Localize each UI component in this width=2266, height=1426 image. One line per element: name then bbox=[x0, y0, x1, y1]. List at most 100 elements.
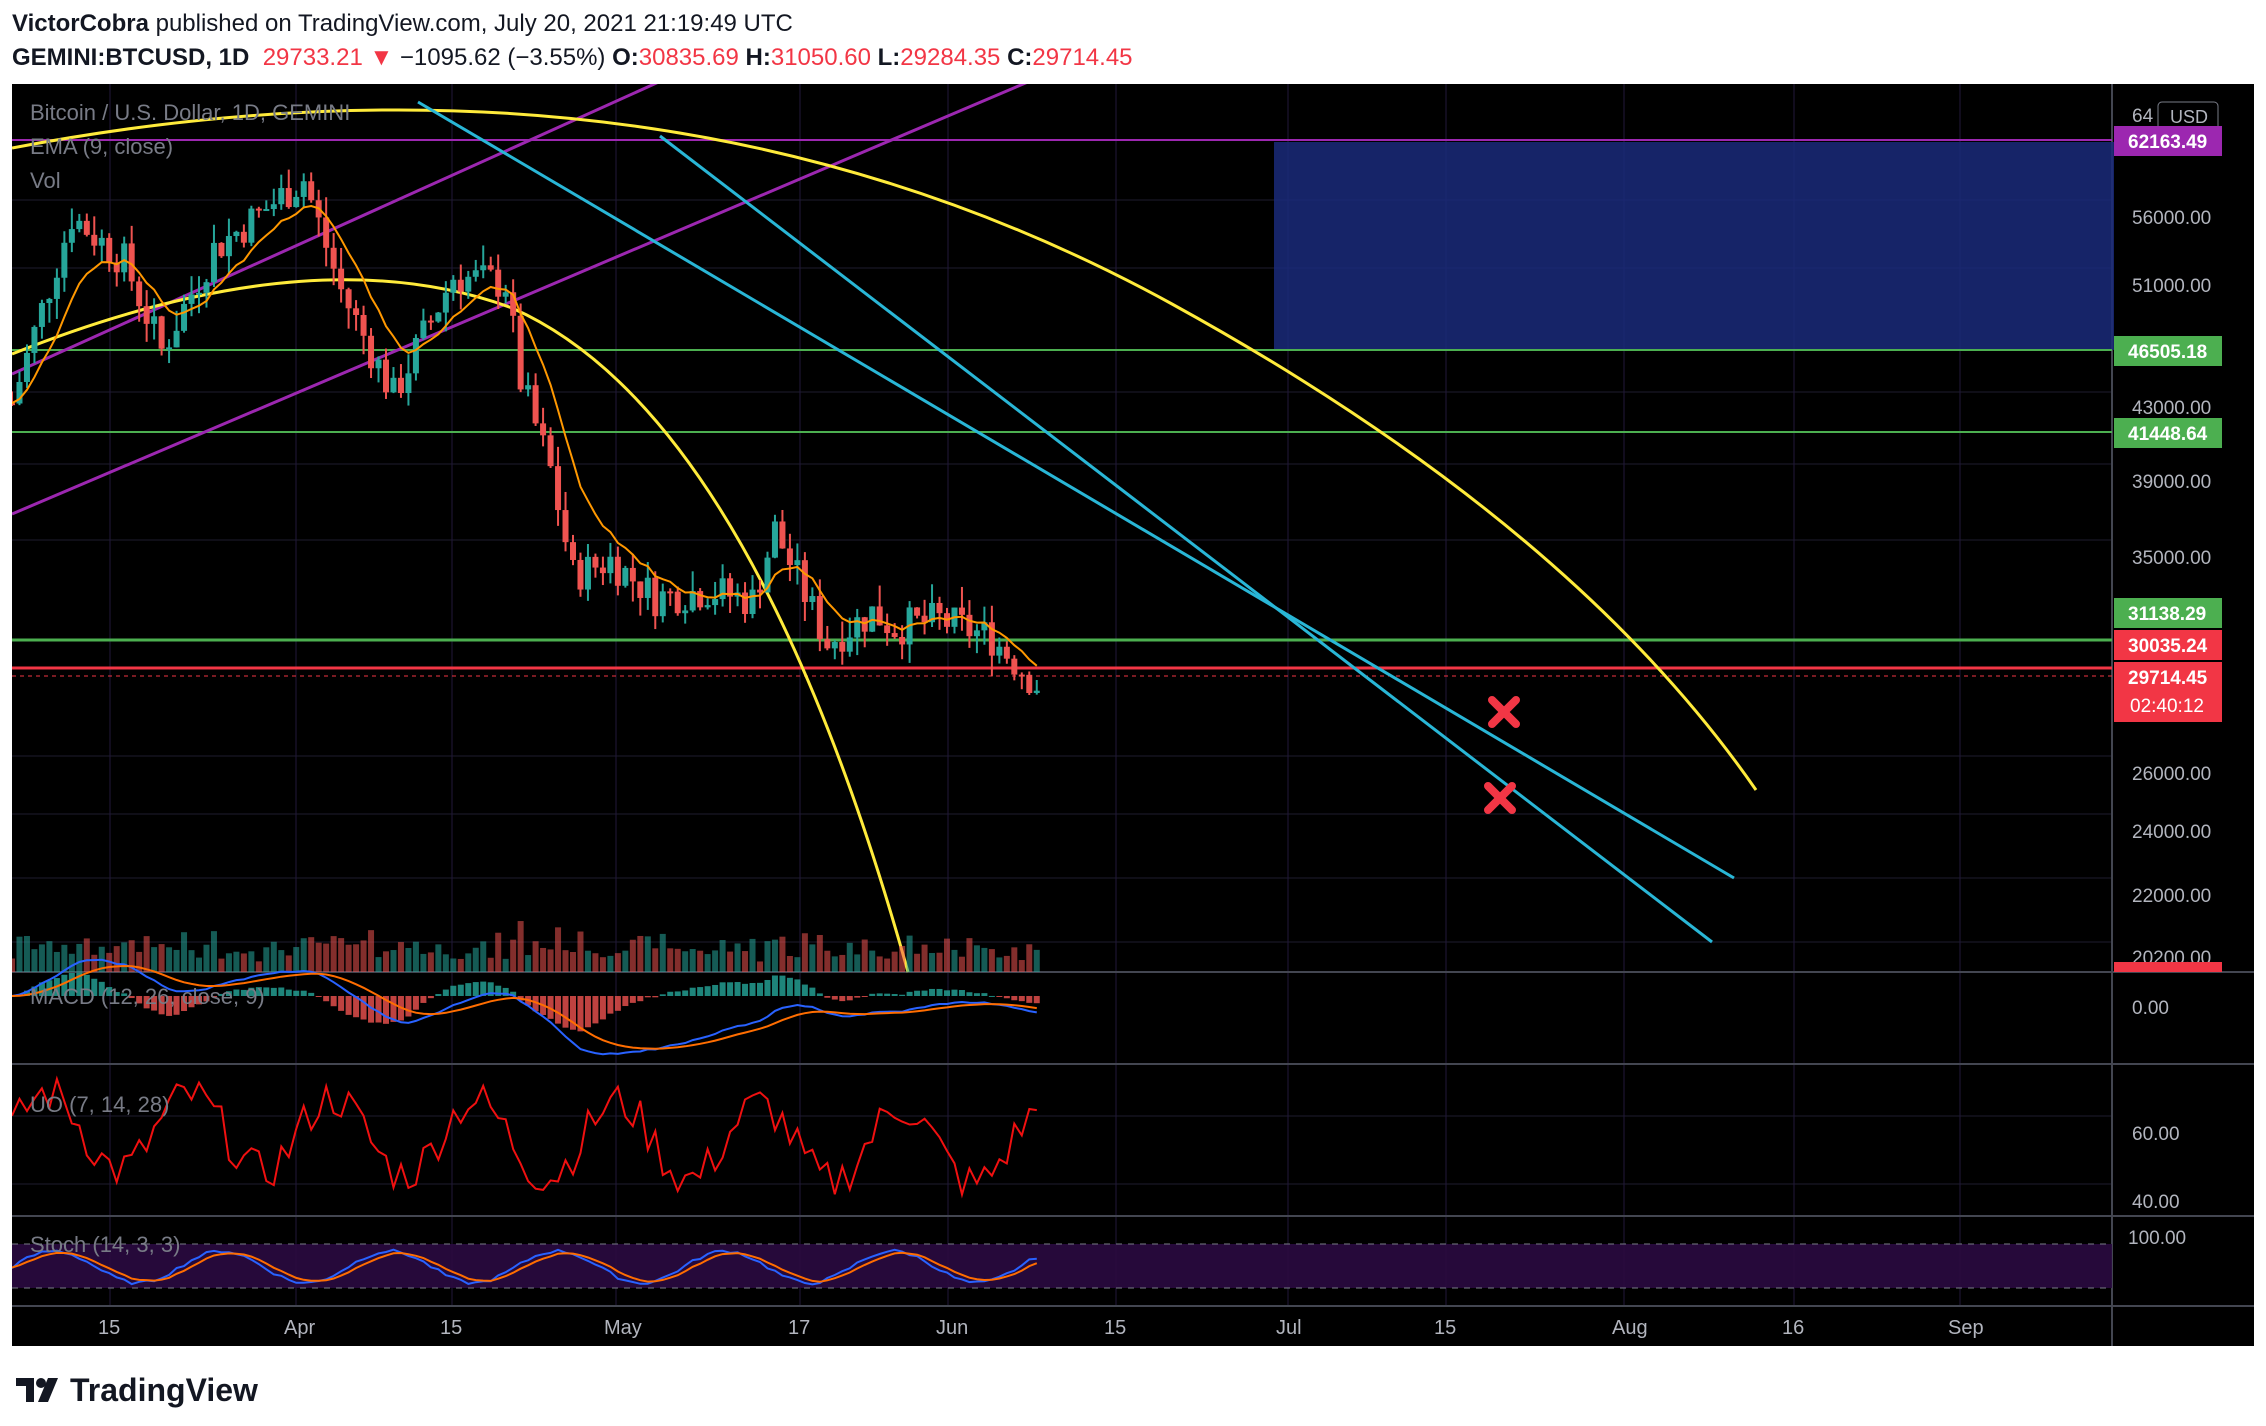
chart-canvas[interactable]: Bitcoin / U.S. Dollar, 1D, GEMINI EMA (9… bbox=[9, 74, 2254, 1346]
macd-bar bbox=[607, 996, 614, 1014]
candle-body bbox=[652, 577, 659, 617]
candle-body bbox=[555, 466, 562, 511]
ema-legend[interactable]: EMA (9, close) bbox=[30, 134, 173, 159]
macd-bar bbox=[412, 996, 419, 1010]
uo-legend[interactable]: UO (7, 14, 28) bbox=[30, 1092, 169, 1117]
candle-body bbox=[899, 636, 906, 645]
time-tick: Jun bbox=[936, 1317, 968, 1339]
macd-bar bbox=[278, 987, 285, 996]
candle-body bbox=[502, 292, 509, 297]
low-label: L: bbox=[877, 44, 901, 71]
macd-bar bbox=[1033, 996, 1040, 1004]
macd-bar bbox=[555, 996, 562, 1024]
time-tick: May bbox=[604, 1317, 642, 1339]
macd-bar bbox=[973, 993, 980, 996]
candle-body bbox=[330, 247, 337, 269]
candle-body bbox=[487, 265, 494, 270]
last-price: 29733.21 bbox=[262, 44, 363, 71]
macd-bar bbox=[323, 996, 330, 1002]
chart-panel[interactable]: Bitcoin / U.S. Dollar, 1D, GEMINI EMA (9… bbox=[9, 74, 2254, 1346]
volume-bar bbox=[315, 942, 322, 972]
candle-body bbox=[629, 567, 636, 582]
candle-body bbox=[46, 298, 53, 304]
macd-bar bbox=[293, 990, 300, 996]
macd-bar bbox=[727, 982, 734, 996]
publish-text: published on TradingView.com, July 20, 2… bbox=[155, 10, 793, 37]
macd-bar bbox=[742, 983, 749, 996]
volume-bar bbox=[727, 951, 734, 972]
macd-bar bbox=[270, 987, 277, 996]
volume-bar bbox=[824, 950, 831, 972]
time-tick: 17 bbox=[788, 1317, 810, 1339]
volume-bar bbox=[667, 948, 674, 972]
brand-name[interactable]: TradingView bbox=[70, 1372, 258, 1409]
down-arrow-icon: ▼ bbox=[369, 44, 394, 71]
time-tick: 15 bbox=[1434, 1317, 1456, 1339]
stoch-band bbox=[12, 1244, 2112, 1288]
volume-bar bbox=[233, 951, 240, 972]
candle-body bbox=[584, 556, 591, 590]
volume-bar bbox=[472, 947, 479, 972]
volume-bar bbox=[816, 934, 823, 972]
macd-bar bbox=[779, 975, 786, 996]
candle-body bbox=[383, 359, 389, 393]
candle-body bbox=[31, 326, 38, 353]
candle-body bbox=[166, 347, 173, 350]
volume-bar bbox=[577, 931, 584, 972]
stoch-legend[interactable]: Stoch (14, 3, 3) bbox=[30, 1232, 180, 1257]
volume-bar bbox=[46, 941, 53, 972]
target-zone-box[interactable] bbox=[1274, 142, 2114, 350]
candle-body bbox=[1033, 690, 1040, 694]
volume-bar bbox=[113, 946, 120, 972]
macd-bar bbox=[831, 996, 838, 1000]
macd-bar bbox=[300, 990, 307, 996]
price-label: 31138.29 bbox=[2128, 604, 2206, 625]
time-tick: 15 bbox=[1104, 1317, 1126, 1339]
volume-bar bbox=[405, 947, 412, 972]
publish-info: VictorCobra published on TradingView.com… bbox=[12, 10, 793, 38]
symbol-label[interactable]: GEMINI:BTCUSD, 1D bbox=[12, 44, 249, 71]
price-label: 29714.45 bbox=[2128, 668, 2208, 689]
candle-body bbox=[450, 279, 457, 293]
candle-body bbox=[210, 242, 217, 283]
tradingview-logo-icon[interactable] bbox=[14, 1376, 60, 1404]
price-tick: 64 bbox=[2132, 106, 2154, 127]
main-legend[interactable]: Bitcoin / U.S. Dollar, 1D, GEMINI bbox=[30, 100, 350, 125]
close-label: C: bbox=[1007, 44, 1033, 71]
candle-body bbox=[659, 591, 666, 617]
vol-legend[interactable]: Vol bbox=[30, 168, 61, 193]
candle-body bbox=[38, 303, 45, 327]
candle-body bbox=[255, 208, 262, 211]
price-tick: 26000.00 bbox=[2132, 764, 2211, 785]
candle-body bbox=[472, 270, 479, 277]
macd-bar bbox=[442, 989, 449, 996]
candle-body bbox=[323, 217, 330, 248]
volume-bar bbox=[1018, 960, 1025, 972]
volume-bar bbox=[240, 953, 247, 972]
volume-bar bbox=[749, 938, 756, 972]
candle-body bbox=[218, 242, 225, 257]
macd-legend[interactable]: MACD (12, 26, close, 9) bbox=[30, 984, 265, 1009]
volume-bar bbox=[899, 945, 906, 972]
author-name[interactable]: VictorCobra bbox=[12, 10, 149, 37]
volume-bar bbox=[1003, 955, 1010, 972]
candle-body bbox=[996, 646, 1003, 656]
volume-bar bbox=[442, 954, 449, 972]
volume-bar bbox=[76, 943, 83, 972]
candle-body bbox=[824, 639, 831, 649]
macd-bar bbox=[981, 993, 988, 996]
volume-bar bbox=[338, 938, 345, 972]
volume-bar bbox=[659, 933, 666, 972]
macd-bar bbox=[794, 979, 801, 996]
volume-bar bbox=[248, 951, 255, 972]
candle-body bbox=[712, 599, 719, 606]
candle-body bbox=[599, 567, 606, 574]
macd-bar bbox=[472, 982, 479, 996]
macd-bar bbox=[674, 991, 681, 996]
macd-bar bbox=[712, 984, 719, 996]
time-tick: Jul bbox=[1276, 1317, 1302, 1339]
volume-bar bbox=[876, 956, 883, 972]
volume-bar bbox=[966, 938, 973, 972]
macd-bar bbox=[988, 995, 995, 997]
volume-bar bbox=[1011, 947, 1018, 972]
